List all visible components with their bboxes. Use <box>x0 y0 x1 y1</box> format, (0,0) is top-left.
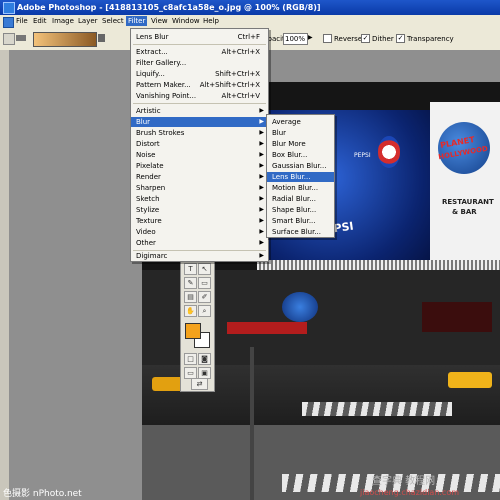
hollywood-banner <box>227 322 307 334</box>
menu-layer[interactable]: Layer <box>78 17 98 25</box>
window-title: Adobe Photoshop - [418813105_c8afc1a58e_… <box>17 3 321 12</box>
watermark-bottom-right-url: jiaocheng.chazidian.com <box>360 488 460 497</box>
type-tool-icon[interactable]: T <box>184 263 197 275</box>
menu-item-distort[interactable]: Distort ▶ <box>131 139 268 149</box>
marquee-lights <box>257 260 500 270</box>
transparency-label: Transparency <box>407 35 454 43</box>
zoom-tool-icon[interactable]: ⌕ <box>198 305 211 317</box>
pepsi-globe-logo-icon <box>378 136 400 168</box>
gradient-tool-preset-icon[interactable] <box>3 33 15 45</box>
tools-palette: T ↖ ✎ ▭ ▤ ✐ ✋ ⌕ □ ◙ ▭ ▣ ⇄ <box>180 258 215 392</box>
photoshop-logo-icon <box>3 2 15 14</box>
menu-item-texture[interactable]: Texture ▶ <box>131 216 268 226</box>
menu-view[interactable]: View <box>151 17 168 25</box>
imageready-icon[interactable]: ⇄ <box>191 378 208 390</box>
gradient-picker[interactable] <box>33 32 97 47</box>
menu-bar: File Edit Image Layer Select Filter View… <box>0 15 500 29</box>
menu-help[interactable]: Help <box>203 17 219 25</box>
menu-item-render[interactable]: Render ▶ <box>131 172 268 182</box>
menu-item-video[interactable]: Video ▶ <box>131 227 268 237</box>
watermark-bottom-right-title: 查字典 教程网 <box>372 476 436 487</box>
quick-mask-icon[interactable]: ◙ <box>198 353 211 365</box>
reverse-label: Reverse <box>334 35 363 43</box>
eyedropper-tool-icon[interactable]: ✐ <box>198 291 211 303</box>
submenu-item-radial-blur[interactable]: Radial Blur... <box>267 194 334 204</box>
menu-separator <box>133 44 266 45</box>
menu-select[interactable]: Select <box>102 17 124 25</box>
menu-item-artistic[interactable]: Artistic ▶ <box>131 106 268 116</box>
pepsi-can-text: PEPSI <box>354 152 371 159</box>
dock-strip <box>0 50 9 500</box>
notes-tool-icon[interactable]: ▤ <box>184 291 197 303</box>
shape-tool-icon[interactable]: ▭ <box>198 277 211 289</box>
reverse-checkbox[interactable] <box>323 34 332 43</box>
submenu-item-surface-blur[interactable]: Surface Blur... <box>267 227 334 237</box>
menu-window[interactable]: Window <box>172 17 200 25</box>
opacity-input[interactable]: 100% <box>283 33 308 45</box>
restaurant-text: RESTAURANT <box>442 198 494 206</box>
submenu-item-motion-blur[interactable]: Motion Blur... <box>267 183 334 193</box>
menu-item-sharpen[interactable]: Sharpen ▶ <box>131 183 268 193</box>
pen-tool-icon[interactable]: ✎ <box>184 277 197 289</box>
crosswalk-top <box>302 402 452 416</box>
lamp-pole <box>250 347 254 500</box>
app-menu-icon[interactable] <box>3 17 14 28</box>
submenu-item-shape-blur[interactable]: Shape Blur... <box>267 205 334 215</box>
submenu-item-gaussian-blur[interactable]: Gaussian Blur... <box>267 161 334 171</box>
foreground-color-swatch[interactable] <box>185 323 201 339</box>
watermark-bottom-left: 色摄影 nPhoto.net <box>3 489 82 499</box>
filter-menu: Lens Blur Ctrl+F Extract... Alt+Ctrl+X Fil… <box>130 28 269 262</box>
menu-item-vanishing-point[interactable]: Vanishing Point... Alt+Ctrl+V <box>131 91 268 101</box>
submenu-item-lens-blur[interactable]: Lens Blur... <box>267 172 334 182</box>
menu-item-filter-gallery[interactable]: Filter Gallery... <box>131 58 268 68</box>
menu-item-pixelate[interactable]: Pixelate ▶ <box>131 161 268 171</box>
planet-hollywood-store <box>422 302 492 332</box>
menu-filter[interactable]: Filter <box>126 16 148 26</box>
submenu-item-blur[interactable]: Blur <box>267 128 334 138</box>
menu-item-extract[interactable]: Extract... Alt+Ctrl+X <box>131 47 268 57</box>
menu-item-last-filter[interactable]: Lens Blur Ctrl+F <box>131 32 268 42</box>
menu-item-digimarc[interactable]: Digimarc ▶ <box>131 251 268 261</box>
title-bar: Adobe Photoshop - [418813105_c8afc1a58e_… <box>0 0 500 15</box>
menu-item-noise[interactable]: Noise ▶ <box>131 150 268 160</box>
hand-tool-icon[interactable]: ✋ <box>184 305 197 317</box>
standard-mode-icon[interactable]: □ <box>184 353 197 365</box>
menu-item-brush-strokes[interactable]: Brush Strokes ▶ <box>131 128 268 138</box>
menu-item-liquify[interactable]: Liquify... Shift+Ctrl+X <box>131 69 268 79</box>
menu-item-sketch[interactable]: Sketch ▶ <box>131 194 268 204</box>
menu-edit[interactable]: Edit <box>33 17 47 25</box>
blur-submenu: Average Blur Blur More Box Blur... Gauss… <box>266 114 335 238</box>
storefront-globe <box>282 292 318 322</box>
dither-checkbox[interactable]: ✓ <box>361 34 370 43</box>
menu-image[interactable]: Image <box>52 17 74 25</box>
opacity-slider-icon[interactable]: ▶ <box>308 34 313 41</box>
submenu-item-box-blur[interactable]: Box Blur... <box>267 150 334 160</box>
menu-separator <box>133 103 266 104</box>
gradient-dropdown-icon[interactable] <box>98 34 105 42</box>
preset-dropdown-icon[interactable] <box>16 35 26 41</box>
menu-item-other[interactable]: Other ▶ <box>131 238 268 248</box>
submenu-item-smart-blur[interactable]: Smart Blur... <box>267 216 334 226</box>
submenu-item-blur-more[interactable]: Blur More <box>267 139 334 149</box>
dither-label: Dither <box>372 35 394 43</box>
submenu-item-average[interactable]: Average <box>267 117 334 127</box>
menu-item-blur[interactable]: Blur ▶ <box>131 117 268 127</box>
path-selection-tool-icon[interactable]: ↖ <box>198 263 211 275</box>
and-bar-text: & BAR <box>452 208 477 216</box>
menu-file[interactable]: File <box>16 17 28 25</box>
menu-item-pattern-maker[interactable]: Pattern Maker... Alt+Shift+Ctrl+X <box>131 80 268 90</box>
yellow-taxi-right <box>448 372 492 388</box>
menu-item-stylize[interactable]: Stylize ▶ <box>131 205 268 215</box>
transparency-checkbox[interactable]: ✓ <box>396 34 405 43</box>
